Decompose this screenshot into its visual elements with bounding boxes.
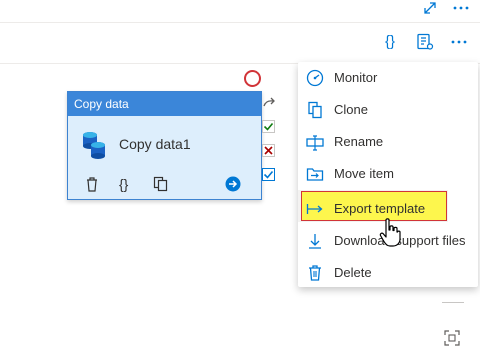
zoom-controls xyxy=(438,292,468,348)
hand-cursor-icon xyxy=(379,218,401,253)
menu-item-rename[interactable]: Rename xyxy=(298,126,478,158)
clone-icon xyxy=(306,101,324,119)
selection-marker-icon xyxy=(244,70,261,87)
download-icon xyxy=(306,232,324,250)
redo-icon[interactable] xyxy=(262,96,276,114)
activity-header: Copy data xyxy=(68,92,261,116)
rename-icon xyxy=(306,133,324,151)
menu-item-monitor[interactable]: Monitor xyxy=(298,62,478,94)
delete-icon[interactable] xyxy=(85,176,99,197)
copy-data-activity[interactable]: Copy data Copy data1 {} xyxy=(67,91,262,200)
monitor-icon xyxy=(306,69,324,87)
properties-icon[interactable] xyxy=(416,33,434,56)
toolbar: {} xyxy=(0,22,480,64)
copy-icon[interactable] xyxy=(153,176,168,197)
failure-icon[interactable] xyxy=(262,144,275,162)
menu-item-delete[interactable]: Delete xyxy=(298,257,478,289)
more-icon[interactable] xyxy=(450,35,468,53)
zoom-slider[interactable] xyxy=(442,302,464,303)
database-icon xyxy=(81,130,107,165)
activity-name: Copy data1 xyxy=(119,136,191,152)
delete-icon xyxy=(306,264,324,282)
menu-item-move-item[interactable]: Move item xyxy=(298,158,478,190)
go-icon[interactable] xyxy=(225,176,241,197)
move-item-icon xyxy=(306,165,324,183)
menu-item-clone[interactable]: Clone xyxy=(298,94,478,126)
expand-icon[interactable] xyxy=(423,1,437,20)
success-icon[interactable] xyxy=(262,120,275,138)
completion-icon[interactable] xyxy=(262,168,275,186)
more-icon[interactable] xyxy=(452,0,470,19)
top-bar xyxy=(0,0,480,22)
code-icon[interactable]: {} xyxy=(385,33,395,50)
export-icon xyxy=(306,200,324,218)
context-menu: Monitor Clone Rename Move item Export te… xyxy=(298,62,478,287)
code-icon[interactable]: {} xyxy=(119,176,128,192)
